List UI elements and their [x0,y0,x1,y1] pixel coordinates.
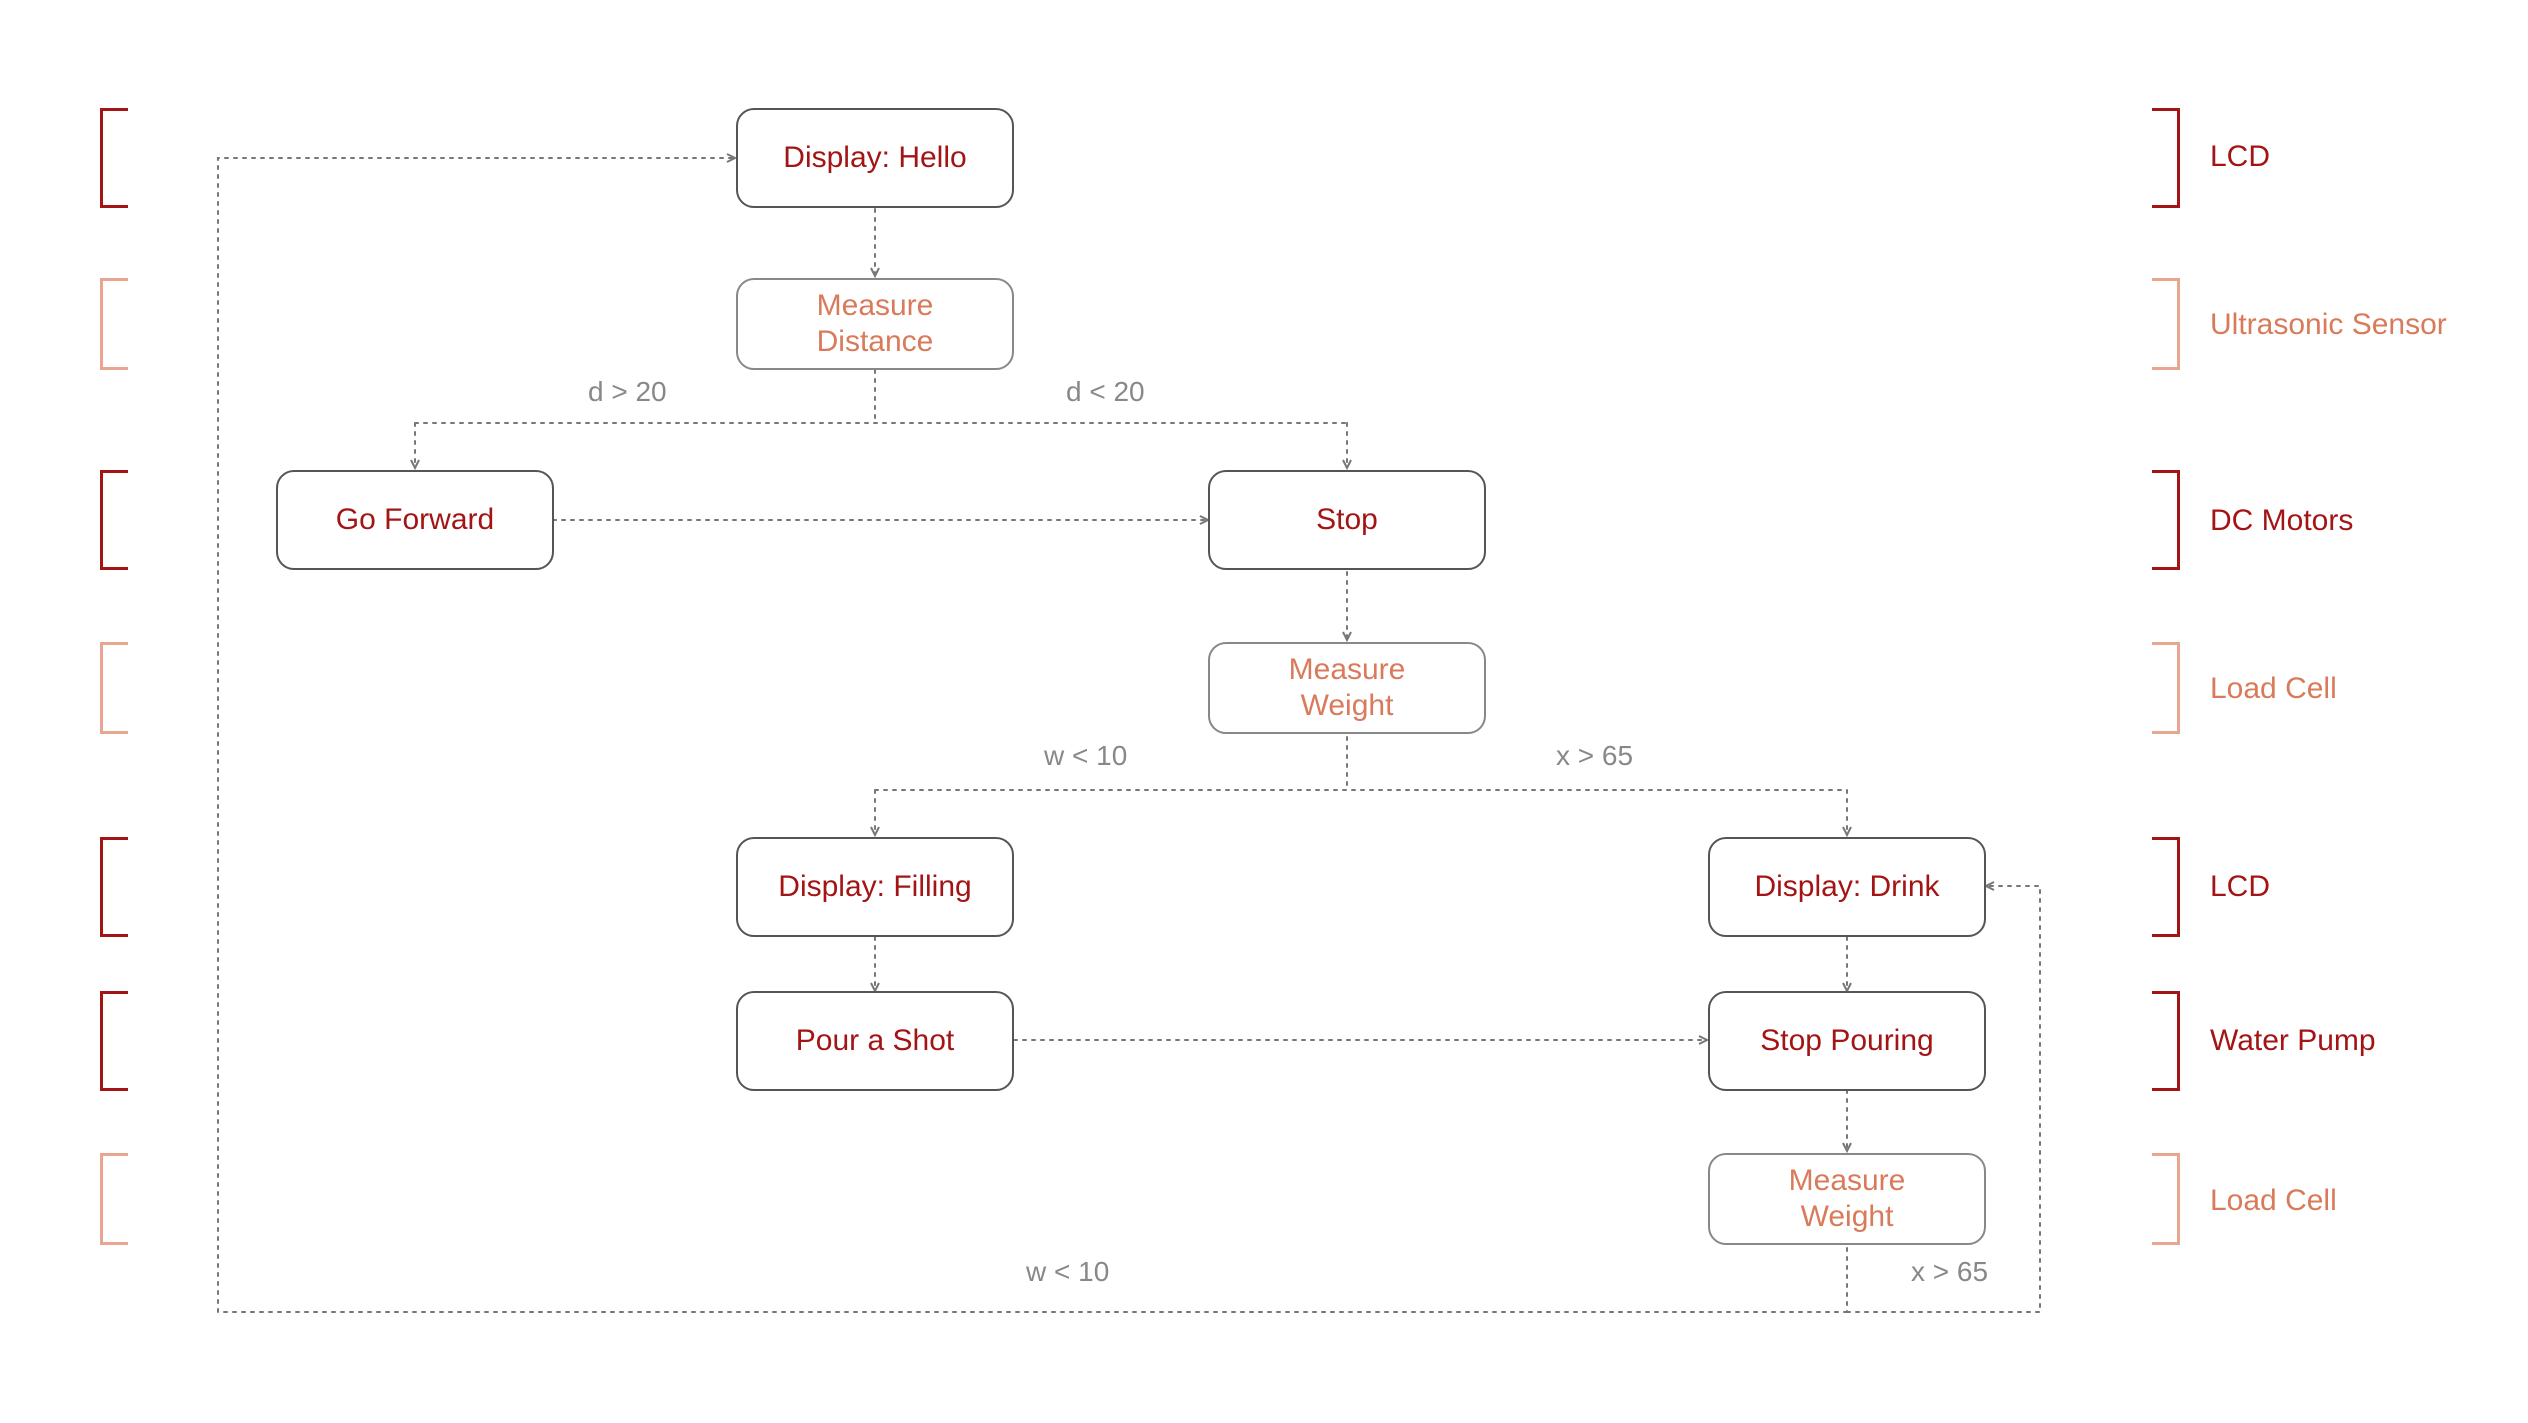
node-label: Stop [1316,502,1378,538]
edge-label-w-lt-10-bottom: w < 10 [1020,1256,1115,1288]
edge-label-w-lt-10-top: w < 10 [1038,740,1133,772]
node-label: Measure Weight [1289,652,1406,724]
node-label: Display: Hello [783,140,966,176]
node-display-filling: Display: Filling [736,837,1014,937]
row-label-water-pump: Water Pump [2210,1024,2376,1058]
right-bracket-dc-motors [2152,470,2180,570]
row-label-ultrasonic: Ultrasonic Sensor [2210,308,2447,342]
node-label: Display: Drink [1754,869,1939,905]
node-label: Go Forward [336,502,494,538]
edge-label-x-gt-65-bottom: x > 65 [1905,1256,1994,1288]
left-bracket-water-pump [100,991,128,1091]
right-bracket-lcd-2 [2152,837,2180,937]
node-label: Display: Filling [778,869,971,905]
right-bracket-water-pump [2152,991,2180,1091]
row-label-dc-motors: DC Motors [2210,504,2353,538]
node-go-forward: Go Forward [276,470,554,570]
left-bracket-load-cell-2 [100,1153,128,1245]
left-bracket-lcd-1 [100,108,128,208]
node-label: Stop Pouring [1760,1023,1933,1059]
right-bracket-load-cell-1 [2152,642,2180,734]
row-label-lcd-1: LCD [2210,140,2270,174]
node-label: Pour a Shot [796,1023,954,1059]
row-label-load-cell-2: Load Cell [2210,1184,2337,1218]
node-stop: Stop [1208,470,1486,570]
node-stop-pouring: Stop Pouring [1708,991,1986,1091]
right-bracket-ultrasonic [2152,278,2180,370]
row-label-lcd-2: LCD [2210,870,2270,904]
flowchart-canvas: Display: Hello Measure Distance Go Forwa… [0,0,2528,1423]
left-bracket-load-cell-1 [100,642,128,734]
node-display-drink: Display: Drink [1708,837,1986,937]
node-measure-weight-2: Measure Weight [1708,1153,1986,1245]
node-display-hello: Display: Hello [736,108,1014,208]
left-bracket-ultrasonic [100,278,128,370]
node-measure-distance: Measure Distance [736,278,1014,370]
node-label: Measure Distance [817,288,934,360]
edge-label-d-gt-20: d > 20 [582,376,673,408]
right-bracket-load-cell-2 [2152,1153,2180,1245]
node-label: Measure Weight [1789,1163,1906,1235]
edge-label-x-gt-65-top: x > 65 [1550,740,1639,772]
row-label-load-cell-1: Load Cell [2210,672,2337,706]
right-bracket-lcd-1 [2152,108,2180,208]
left-bracket-lcd-2 [100,837,128,937]
edge-label-d-lt-20: d < 20 [1060,376,1151,408]
node-measure-weight-1: Measure Weight [1208,642,1486,734]
left-bracket-dc-motors [100,470,128,570]
node-pour-a-shot: Pour a Shot [736,991,1014,1091]
